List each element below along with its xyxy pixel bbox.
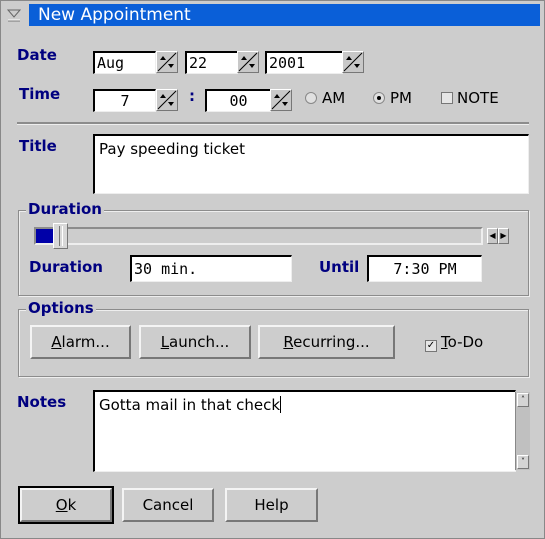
help-button[interactable]: Help (225, 488, 318, 522)
arrow-up-icon: ˄ (521, 395, 525, 404)
duration-slider-thumb[interactable] (53, 223, 68, 249)
day-field[interactable]: 22 (185, 51, 238, 74)
title-label: Title (19, 137, 57, 155)
day-spin-button[interactable] (237, 51, 259, 73)
todo-checkbox[interactable]: ✓ To-Do (425, 333, 483, 352)
title-input[interactable]: Pay speeding ticket (93, 134, 529, 194)
spin-arrows-icon (238, 52, 258, 72)
new-appointment-dialog: New Appointment Date Aug 22 2001 Time 7 … (0, 0, 545, 539)
duration-group-label: Duration (26, 200, 104, 218)
radio-checked-icon (373, 92, 385, 104)
system-menu-icon[interactable] (6, 7, 22, 22)
radio-unchecked-icon (305, 92, 317, 104)
launch-button[interactable]: Launch... (139, 325, 251, 359)
year-field[interactable]: 2001 (265, 51, 343, 74)
spin-arrows-icon (271, 90, 291, 110)
hour-field[interactable]: 7 (93, 89, 156, 112)
month-field[interactable]: Aug (93, 51, 156, 74)
spin-arrows-icon (157, 52, 177, 72)
slider-right-button[interactable]: ▶ (498, 228, 509, 244)
spin-arrows-icon (157, 90, 177, 110)
duration-field[interactable]: 30 min. (130, 255, 292, 282)
checkbox-unchecked-icon (441, 92, 453, 104)
duration-label: Duration (29, 258, 103, 276)
separator (17, 122, 529, 125)
year-spin-button[interactable] (342, 51, 364, 73)
notes-value: Gotta mail in that check (99, 396, 281, 414)
options-group-label: Options (26, 299, 96, 317)
time-separator: : (189, 87, 195, 105)
am-radio[interactable]: AM (305, 89, 345, 107)
scroll-up-button[interactable]: ˄ (517, 393, 529, 407)
month-spin-button[interactable] (156, 51, 178, 73)
alarm-button[interactable]: Alarm... (30, 325, 131, 359)
notes-textarea[interactable]: Gotta mail in that check (93, 390, 516, 472)
slider-left-button[interactable]: ◀ (487, 228, 498, 244)
cancel-button[interactable]: Cancel (122, 488, 214, 522)
duration-slider-fill (36, 229, 53, 243)
checkbox-checked-icon: ✓ (425, 340, 437, 352)
note-checkbox[interactable]: NOTE (441, 89, 499, 107)
spin-arrows-icon (343, 52, 363, 72)
until-label: Until (319, 258, 360, 276)
pm-label: PM (390, 89, 412, 107)
notes-scrollbar[interactable]: ˄ ˅ (515, 392, 530, 470)
title-bar[interactable]: New Appointment (29, 4, 540, 26)
time-label: Time (19, 85, 61, 103)
recurring-button[interactable]: Recurring... (258, 325, 395, 359)
minute-spin-button[interactable] (270, 89, 292, 111)
date-label: Date (17, 46, 57, 64)
duration-group (18, 210, 529, 296)
title-value: Pay speeding ticket (99, 140, 246, 158)
duration-slider-track[interactable] (34, 227, 483, 245)
until-field[interactable]: 7:30 PM (367, 255, 482, 282)
notes-label: Notes (17, 393, 67, 411)
am-label: AM (322, 89, 346, 107)
window-title: New Appointment (38, 5, 191, 25)
pm-radio[interactable]: PM (373, 89, 412, 107)
note-label: NOTE (457, 89, 499, 107)
ok-button[interactable]: Ok (18, 486, 114, 524)
text-caret (280, 396, 282, 413)
minute-field[interactable]: 00 (205, 89, 271, 112)
arrow-down-icon: ˅ (521, 457, 525, 466)
arrow-right-icon: ▶ (500, 231, 507, 240)
hour-spin-button[interactable] (156, 89, 178, 111)
scroll-down-button[interactable]: ˅ (517, 455, 529, 469)
arrow-left-icon: ◀ (489, 231, 496, 240)
